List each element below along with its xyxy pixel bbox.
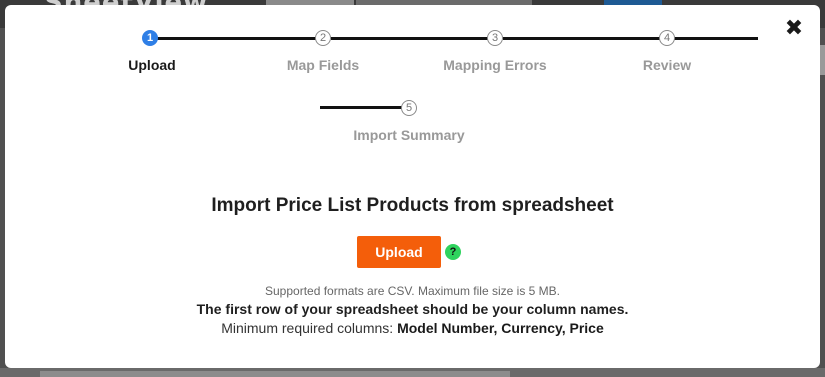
step-3-label: Mapping Errors [443,57,547,73]
step-3-indicator[interactable]: 3 [487,30,503,46]
horizontal-scrollbar [40,371,510,377]
step-connector [331,37,489,40]
step-2-label: Map Fields [286,57,360,73]
supported-formats-text: Supported formats are CSV. Maximum file … [265,284,560,298]
step-connector [320,106,402,109]
step-2-indicator[interactable]: 2 [315,30,331,46]
page-edge-backdrop [820,45,825,75]
modal-heading: Import Price List Products from spreadsh… [211,195,614,216]
step-5-indicator[interactable]: 5 [401,100,417,116]
step-1-label: Upload [128,57,176,73]
first-row-note: The first row of your spreadsheet should… [196,301,629,317]
import-modal: ✖ 1 2 3 4 Upload Map Fields Mapping Erro… [5,5,820,368]
min-columns-prefix: Minimum required columns: [221,320,398,336]
close-icon[interactable]: ✖ [784,18,804,40]
step-connector [153,37,323,40]
step-5-label: Import Summary [353,127,465,143]
help-icon[interactable]: ? [445,244,461,260]
min-columns-note: Minimum required columns: Model Number, … [5,320,820,336]
step-connector [503,37,660,40]
step-4-label: Review [642,57,692,73]
step-connector [674,37,758,40]
step-1-indicator[interactable]: 1 [142,30,158,46]
min-columns-values: Model Number, Currency, Price [397,320,604,336]
upload-button[interactable]: Upload [357,236,441,268]
step-4-indicator[interactable]: 4 [659,30,675,46]
